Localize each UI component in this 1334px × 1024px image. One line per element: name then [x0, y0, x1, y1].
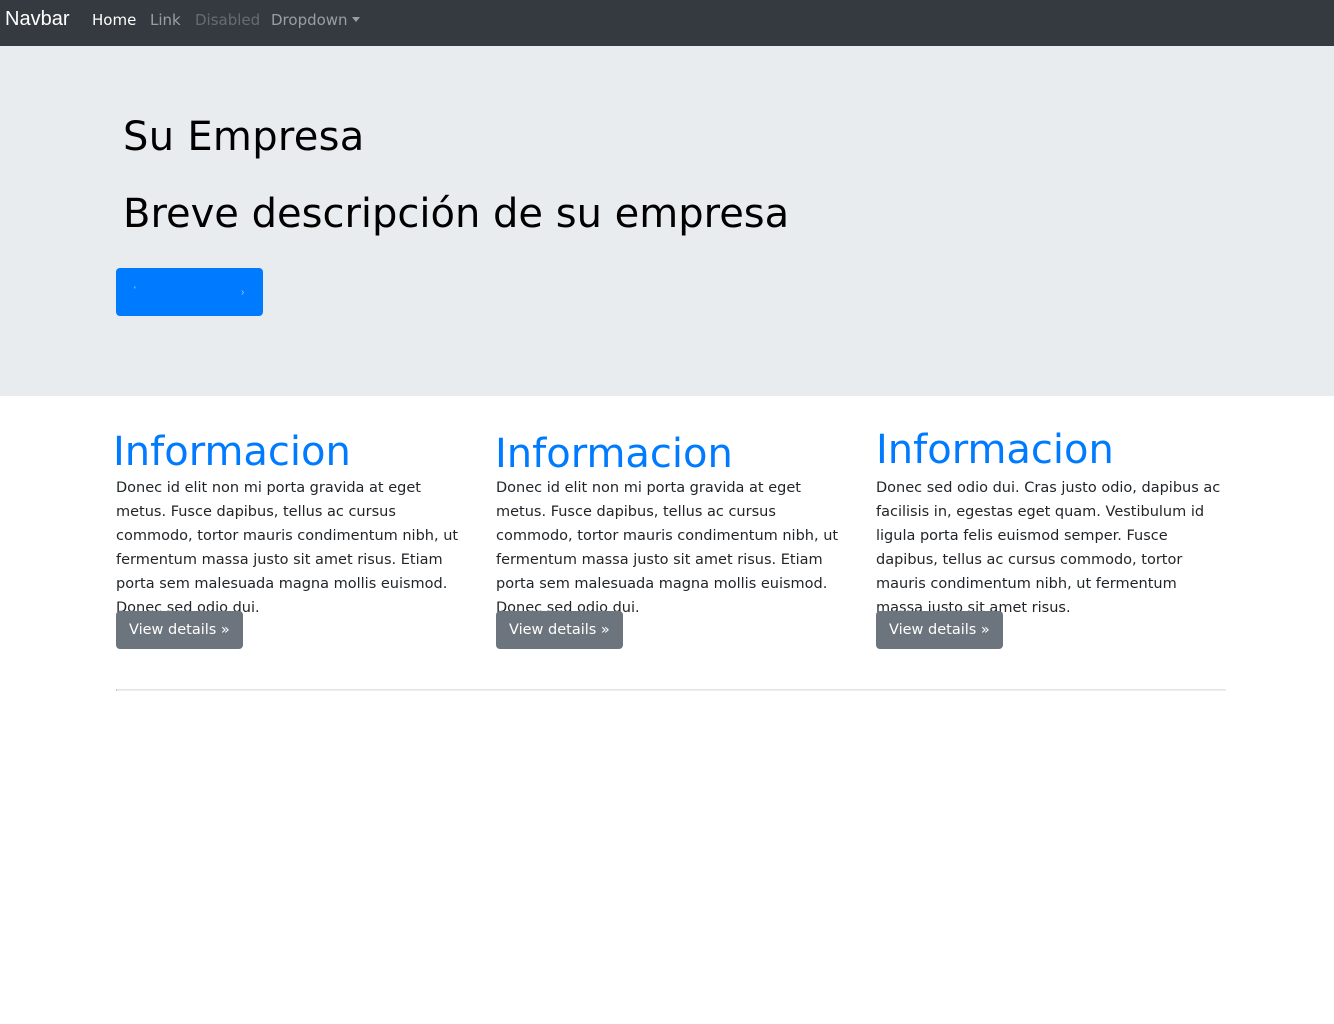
page-subtitle: Breve descripción de su empresa [123, 191, 790, 237]
column-heading: Informacion [876, 427, 1114, 473]
jumbotron-primary-button[interactable]: ' › [116, 268, 263, 316]
navbar-brand[interactable]: Navbar [5, 8, 69, 31]
column-text: Donec sed odio dui. Cras justo odio, dap… [876, 480, 1221, 616]
info-column-2: Informacion Donec id elit non mi porta g… [495, 428, 846, 649]
nav-item-disabled: Disabled [195, 11, 261, 29]
chevron-right-icon: › [241, 287, 245, 298]
view-details-button[interactable]: View details » [496, 611, 623, 649]
column-text: Donec id elit non mi porta gravida at eg… [116, 480, 459, 616]
page-title: Su Empresa [123, 114, 365, 160]
column-text: Donec id elit non mi porta gravida at eg… [496, 480, 839, 616]
jumbotron: Su Empresa Breve descripción de su empre… [0, 46, 1334, 396]
view-details-button[interactable]: View details » [116, 611, 243, 649]
column-heading: Informacion [495, 431, 733, 477]
view-details-button[interactable]: View details » [876, 611, 1003, 649]
caret-down-icon [351, 17, 360, 22]
button-glyph-left: ' [134, 285, 136, 295]
nav-item-home[interactable]: Home [92, 11, 136, 29]
column-heading: Informacion [113, 429, 351, 475]
nav-item-dropdown[interactable]: Dropdown [271, 11, 360, 29]
nav-item-link[interactable]: Link [150, 11, 181, 29]
divider [116, 689, 1226, 691]
info-column-1: Informacion Donec id elit non mi porta g… [113, 428, 466, 649]
info-column-3: Informacion Donec sed odio dui. Cras jus… [876, 427, 1226, 649]
navbar: Navbar Home Link Disabled Dropdown [0, 0, 1334, 46]
nav-item-dropdown-label: Dropdown [271, 11, 348, 29]
